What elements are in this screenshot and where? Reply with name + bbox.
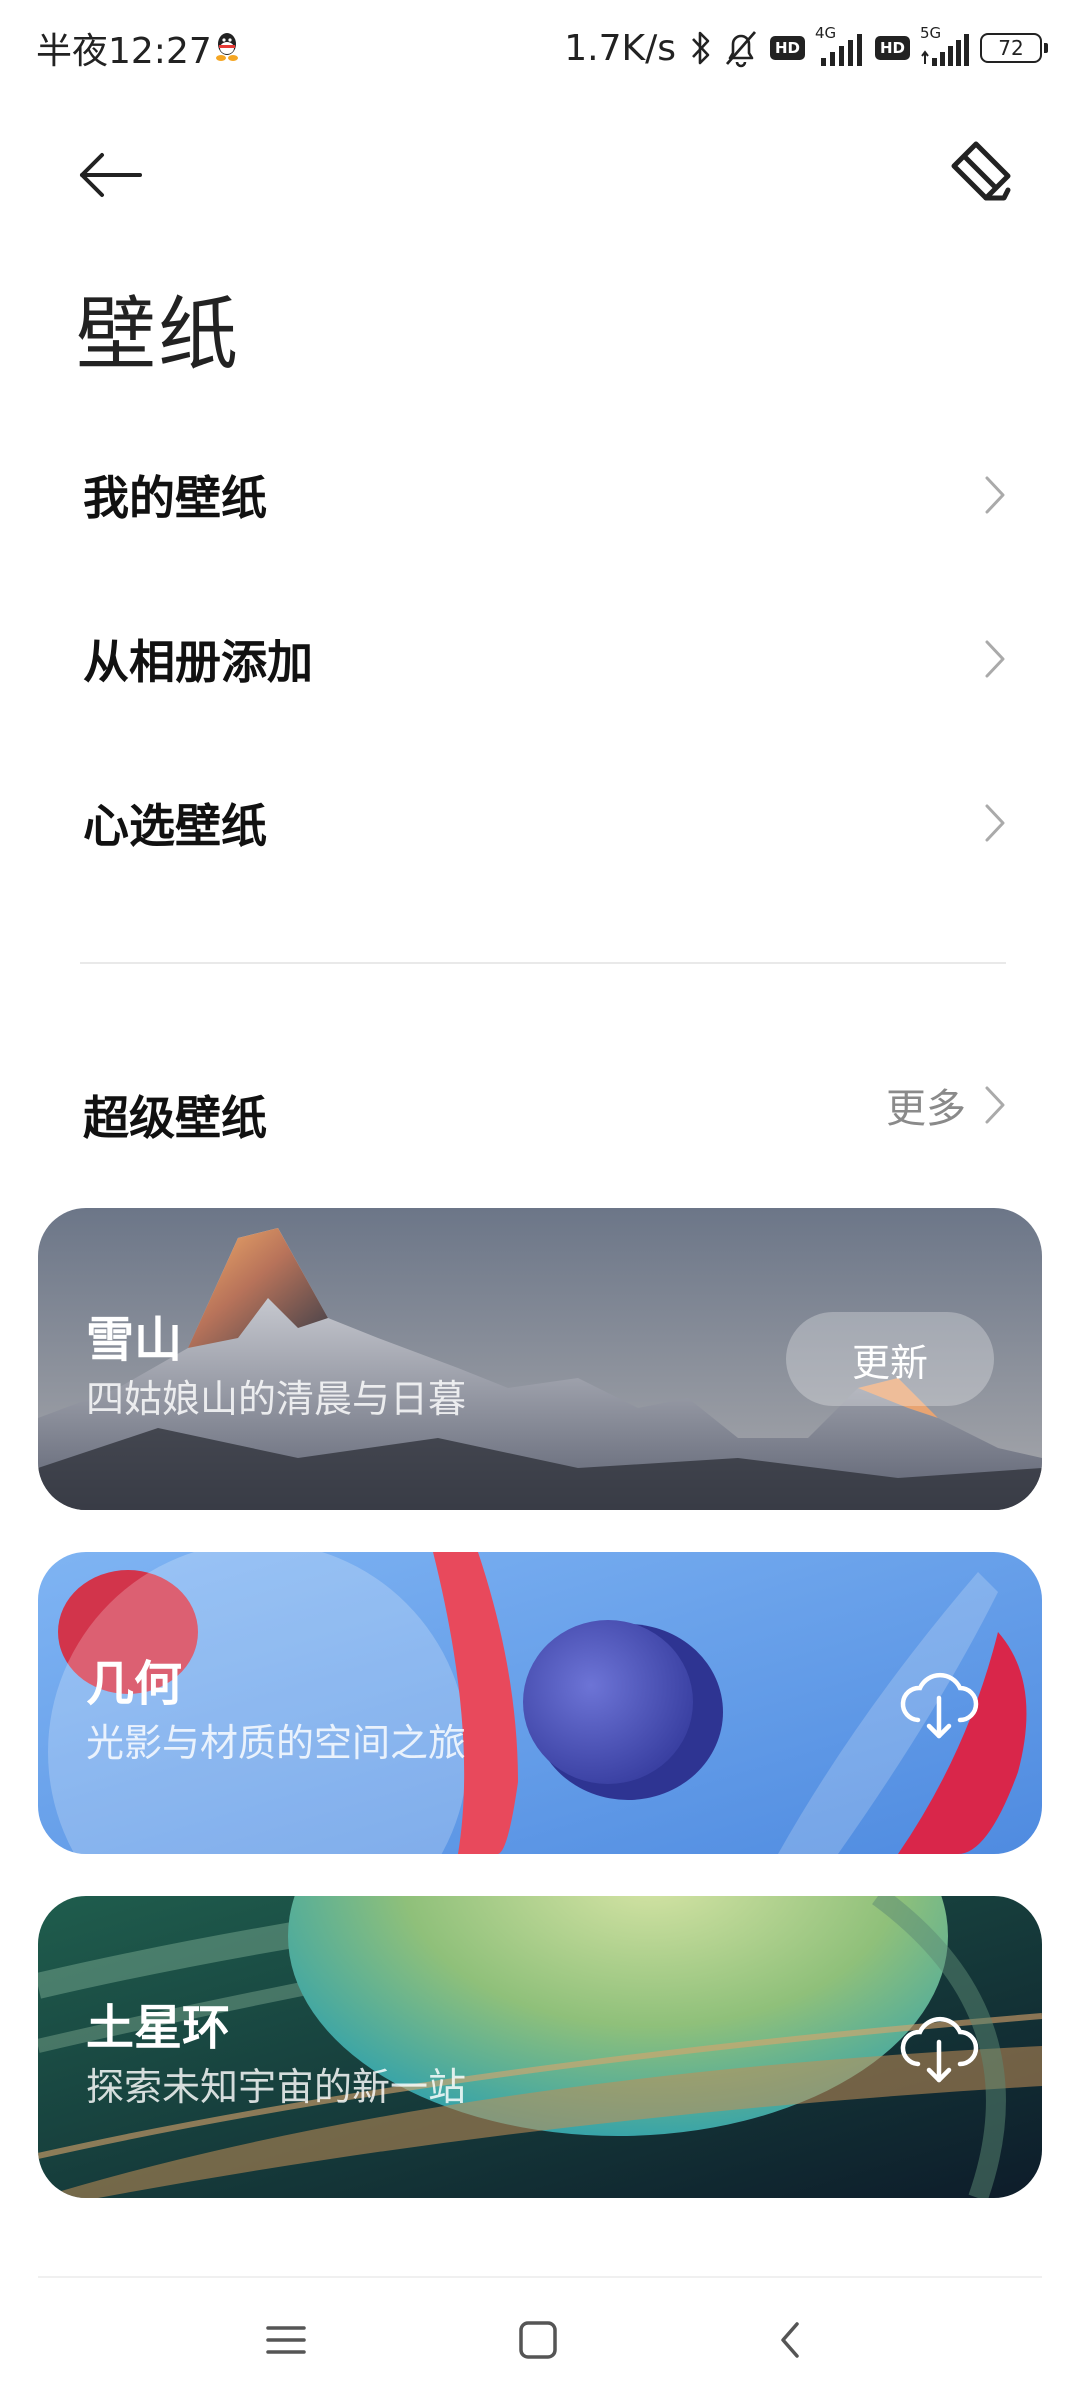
home-nav-button[interactable] — [488, 2300, 588, 2380]
page-title: 壁纸 — [76, 288, 240, 381]
card-subtitle: 光影与材质的空间之旅 — [86, 1721, 467, 1765]
chevron-right-icon — [985, 640, 1005, 678]
menu-item-add-from-album[interactable]: 从相册添加 — [0, 584, 1080, 734]
signal-4g-icon: 4G — [815, 24, 865, 68]
menu-nav-button[interactable] — [236, 2300, 336, 2380]
chevron-right-icon — [985, 1086, 1005, 1124]
menu-item-label: 心选壁纸 — [83, 799, 267, 853]
cloud-download-icon[interactable] — [894, 2002, 984, 2092]
back-nav-button[interactable] — [740, 2300, 840, 2380]
update-button[interactable]: 更新 — [786, 1312, 994, 1406]
more-link[interactable]: 更多 — [886, 1076, 1006, 1134]
mute-bell-icon — [725, 31, 757, 68]
card-title: 雪山 — [86, 1312, 183, 1368]
qq-icon — [216, 33, 238, 61]
hd-badge-1: HD — [769, 36, 805, 60]
card-subtitle: 四姑娘山的清晨与日暮 — [86, 1377, 467, 1421]
back-icon — [781, 2322, 799, 2358]
status-time: 半夜12:27 — [36, 31, 212, 72]
chevron-right-icon — [985, 476, 1005, 514]
cloud-download-icon[interactable] — [894, 1658, 984, 1748]
chevron-right-icon — [985, 804, 1005, 842]
card-title: 土星环 — [86, 2000, 231, 2056]
hd-badge-2: HD — [874, 36, 910, 60]
network-speed: 1.7K/s — [564, 27, 676, 69]
more-text: 更多 — [886, 1086, 966, 1132]
eraser-icon[interactable] — [942, 134, 1022, 214]
card-subtitle: 探索未知宇宙的新一站 — [86, 2065, 467, 2109]
status-icons: 1.7K/s HD 4G HD 5G 72 — [564, 20, 1048, 76]
menu-icon — [266, 2326, 306, 2354]
section-divider — [80, 962, 1006, 964]
wallpaper-card-saturn-ring[interactable]: 土星环 探索未知宇宙的新一站 — [38, 1896, 1042, 2198]
battery-indicator: 72 — [980, 33, 1048, 63]
status-bar: 半夜12:27 1.7K/s HD 4G HD 5G 72 — [0, 0, 1080, 96]
menu-item-selected-wallpaper[interactable]: 心选壁纸 — [0, 748, 1080, 898]
menu-item-label: 从相册添加 — [83, 635, 313, 689]
card-title: 几何 — [86, 1656, 183, 1712]
menu-item-label: 我的壁纸 — [83, 471, 267, 525]
geometry-image — [38, 1552, 1042, 1854]
back-arrow-button[interactable] — [70, 140, 150, 210]
nav-separator — [38, 2276, 1042, 2278]
super-wallpaper-title: 超级壁纸 — [83, 1091, 267, 1145]
home-icon — [519, 2321, 557, 2359]
wallpaper-card-geometry[interactable]: 几何 光影与材质的空间之旅 — [38, 1552, 1042, 1854]
menu-item-my-wallpaper[interactable]: 我的壁纸 — [0, 420, 1080, 570]
wallpaper-card-snow-mountain[interactable]: 雪山 四姑娘山的清晨与日暮 更新 — [38, 1208, 1042, 1510]
bluetooth-icon — [692, 31, 710, 65]
signal-5g-icon: 5G — [920, 24, 970, 68]
